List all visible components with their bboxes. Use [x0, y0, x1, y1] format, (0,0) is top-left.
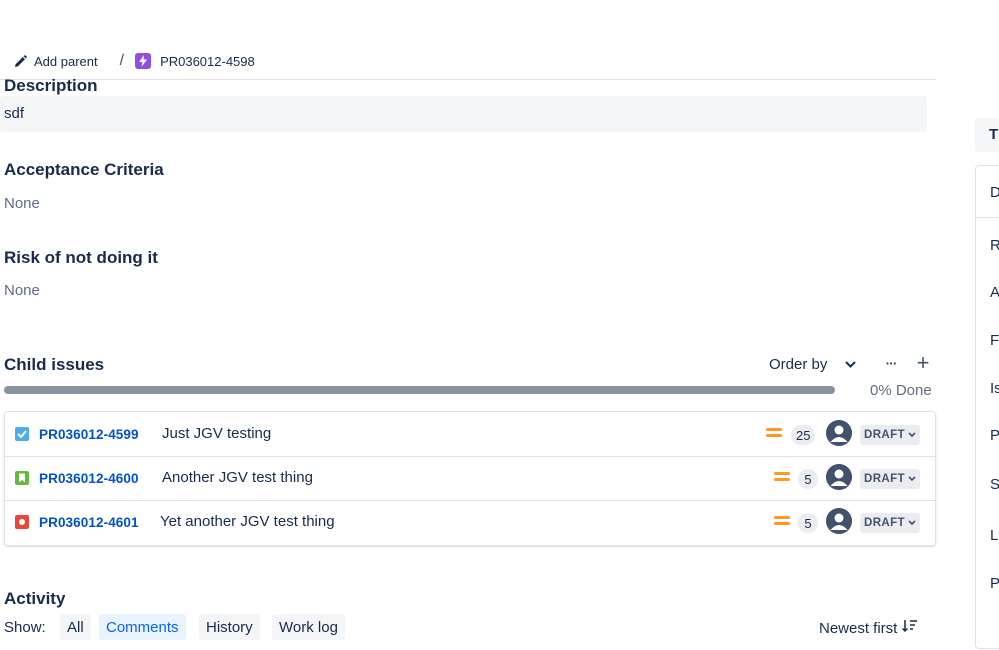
status-dropdown[interactable]: DRAFT — [860, 513, 920, 533]
child-issues-heading: Child issues — [4, 355, 105, 374]
tab-work-log[interactable]: Work log — [272, 614, 345, 640]
right-panel-item: R — [990, 237, 999, 254]
child-issue-row[interactable]: PR036012-4601 Yet another JGV test thing… — [5, 500, 935, 544]
tab-history[interactable]: History — [199, 614, 260, 640]
chevron-down-icon — [845, 356, 856, 373]
right-panel-item: F — [990, 332, 999, 349]
priority-medium-icon — [774, 516, 790, 528]
description-heading: Description — [4, 76, 98, 95]
right-panel-details: D R A F Is P S L P — [975, 165, 999, 649]
more-icon: ··· — [885, 355, 898, 371]
progress-label: 0% Done — [870, 382, 932, 399]
task-checkbox-icon — [15, 427, 29, 441]
story-points-badge: 5 — [798, 513, 818, 533]
chevron-down-icon — [908, 517, 916, 529]
child-issues-progress-bar — [4, 386, 835, 394]
breadcrumb-issue-link[interactable]: PR036012-4598 — [135, 53, 255, 69]
child-issue-key[interactable]: PR036012-4601 — [39, 515, 139, 530]
status-dropdown[interactable]: DRAFT — [860, 425, 920, 445]
bug-icon — [15, 515, 29, 529]
order-by-button[interactable]: Order by — [769, 356, 856, 373]
activity-show-label: Show: — [4, 619, 46, 636]
right-panel-item: A — [990, 284, 999, 301]
status-label: DRAFT — [864, 473, 905, 485]
right-panel-item: D — [990, 184, 999, 201]
priority-medium-icon — [774, 472, 790, 484]
breadcrumb: Add parent / PR036012-4598 — [14, 52, 255, 70]
activity-heading: Activity — [4, 589, 66, 608]
add-parent-label: Add parent — [34, 53, 98, 69]
more-actions-button[interactable]: ··· — [880, 354, 902, 372]
add-child-issue-button[interactable]: + — [912, 350, 934, 375]
child-issue-row[interactable]: PR036012-4600 Another JGV test thing 5 D… — [5, 456, 935, 501]
add-parent-button[interactable]: Add parent — [14, 54, 98, 69]
breadcrumb-issue-key: PR036012-4598 — [160, 53, 255, 69]
acceptance-criteria-heading: Acceptance Criteria — [4, 160, 164, 179]
chevron-down-icon — [908, 429, 916, 441]
plus-icon: + — [916, 350, 930, 375]
child-issues-list: PR036012-4599 Just JGV testing 25 DRAFT … — [4, 411, 936, 546]
chevron-down-icon — [908, 473, 916, 485]
tab-all[interactable]: All — [60, 614, 91, 640]
avatar[interactable] — [826, 420, 852, 446]
right-panel-item: Is — [990, 380, 999, 397]
child-issue-key[interactable]: PR036012-4600 — [39, 471, 139, 486]
risk-value[interactable]: None — [4, 282, 40, 299]
sort-label: Newest first — [819, 619, 898, 637]
child-issue-row[interactable]: PR036012-4599 Just JGV testing 25 DRAFT — [5, 412, 935, 457]
sort-descending-icon — [902, 619, 918, 637]
child-issue-summary[interactable]: Just JGV testing — [162, 425, 271, 442]
child-issue-key[interactable]: PR036012-4599 — [39, 427, 139, 442]
avatar[interactable] — [826, 464, 852, 490]
story-points-badge: 5 — [798, 469, 818, 489]
order-by-label: Order by — [769, 356, 828, 373]
description-value: sdf — [4, 105, 25, 122]
avatar[interactable] — [826, 508, 852, 534]
right-panel-item: L — [990, 527, 999, 544]
right-panel-divider — [976, 217, 999, 218]
right-panel-top-tab[interactable]: T — [975, 118, 999, 152]
story-bookmark-icon — [15, 471, 29, 485]
acceptance-criteria-value[interactable]: None — [4, 195, 40, 212]
risk-heading: Risk of not doing it — [4, 248, 158, 267]
child-issue-summary[interactable]: Yet another JGV test thing — [160, 513, 335, 530]
right-panel-item: P — [990, 575, 999, 592]
header-divider — [0, 79, 936, 80]
tab-comments[interactable]: Comments — [99, 614, 186, 640]
right-panel-top-letter: T — [989, 126, 999, 143]
right-panel-item: S — [990, 476, 999, 493]
pencil-icon — [14, 54, 27, 68]
lightning-icon — [135, 53, 152, 69]
sort-newest-first-button[interactable]: Newest first — [819, 619, 918, 637]
status-label: DRAFT — [864, 429, 905, 441]
priority-medium-icon — [766, 428, 782, 440]
story-points-badge: 25 — [791, 425, 816, 445]
child-issue-summary[interactable]: Another JGV test thing — [162, 469, 313, 486]
status-label: DRAFT — [864, 517, 905, 529]
status-dropdown[interactable]: DRAFT — [860, 469, 920, 489]
right-panel-item: P — [990, 427, 999, 444]
description-field[interactable]: sdf — [0, 96, 927, 132]
breadcrumb-separator: / — [119, 52, 125, 69]
